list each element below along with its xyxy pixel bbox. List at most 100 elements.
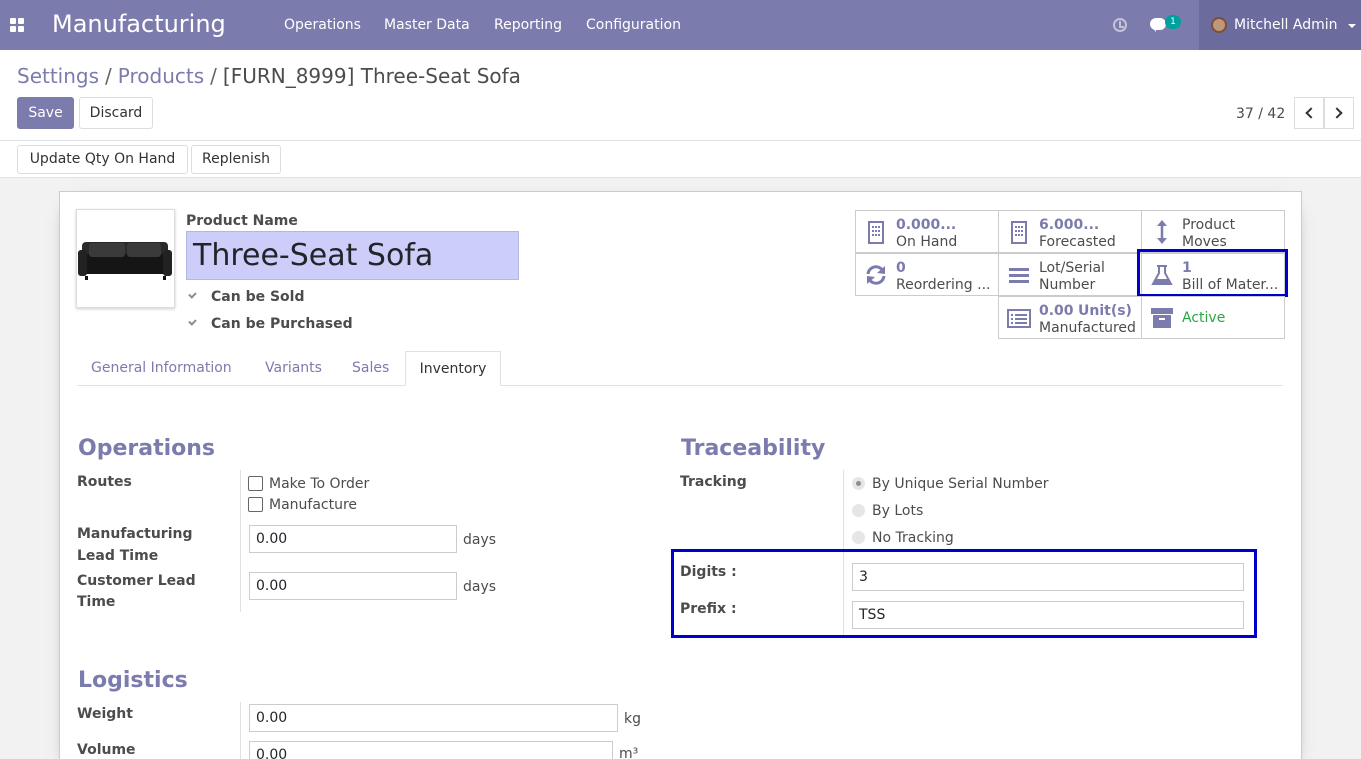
mfg-lead-time-unit: days	[463, 532, 497, 548]
serial-settings-highlight	[671, 549, 1257, 638]
product-name-label: Product Name	[186, 213, 298, 229]
forecasted-button[interactable]: 6.000... Forecasted	[998, 210, 1142, 253]
routes-label: Routes	[77, 474, 132, 490]
can-be-purchased-label: Can be Purchased	[211, 316, 353, 332]
menu-master-data[interactable]: Master Data	[384, 17, 470, 33]
weight-label: Weight	[77, 706, 133, 722]
weight-input[interactable]: 0.00	[249, 704, 618, 732]
product-moves-line1: Product	[1182, 217, 1236, 233]
tracking-serial-radio[interactable]	[852, 477, 865, 490]
discard-button[interactable]: Discard	[79, 97, 153, 129]
can-be-sold-checkbox[interactable]	[187, 291, 198, 302]
chat-count-badge: 1	[1165, 15, 1181, 29]
menu-reporting[interactable]: Reporting	[494, 17, 562, 33]
logistics-section-title: Logistics	[78, 668, 188, 693]
reordering-value: 0	[896, 260, 906, 276]
breadcrumb-products[interactable]: Products	[118, 64, 204, 88]
manufacture-checkbox[interactable]	[248, 497, 263, 512]
reordering-button[interactable]: 0 Reordering ...	[855, 253, 999, 296]
list-bars-icon	[1009, 268, 1029, 283]
breadcrumb-settings[interactable]: Settings	[17, 64, 99, 88]
tracking-serial-label: By Unique Serial Number	[872, 476, 1049, 492]
building-icon	[868, 221, 884, 244]
replenish-button[interactable]: Replenish	[191, 145, 281, 174]
customer-lead-time-unit: days	[463, 579, 497, 595]
manufactured-button[interactable]: 0.00 Unit(s) Manufactured	[998, 296, 1142, 339]
manufactured-label: Manufactured	[1039, 320, 1136, 336]
volume-unit: m³	[619, 746, 639, 759]
up-down-arrow-icon	[1157, 220, 1167, 244]
weight-unit: kg	[624, 711, 641, 727]
make-to-order-label: Make To Order	[269, 476, 370, 492]
pager-previous-button[interactable]	[1294, 97, 1324, 129]
mfg-lead-time-input[interactable]: 0.00	[249, 525, 457, 553]
mfg-lead-time-label-2: Lead Time	[77, 548, 159, 564]
on-hand-button[interactable]: 0.000... On Hand	[855, 210, 999, 253]
customer-lead-time-label-1: Customer Lead	[77, 573, 196, 589]
can-be-sold-label: Can be Sold	[211, 289, 305, 305]
logistics-divider	[240, 702, 241, 759]
lot-serial-line1: Lot/Serial	[1039, 260, 1105, 276]
active-label: Active	[1182, 310, 1226, 326]
building-icon	[1011, 221, 1027, 244]
top-navbar: Manufacturing Operations Master Data Rep…	[0, 0, 1361, 50]
bill-of-materials-highlight	[1137, 249, 1288, 297]
menu-operations[interactable]: Operations	[284, 17, 361, 33]
pager-next-button[interactable]	[1324, 97, 1354, 129]
archive-icon	[1151, 308, 1173, 328]
product-moves-button[interactable]: Product Moves	[1141, 210, 1285, 253]
chevron-right-icon	[1331, 107, 1343, 119]
volume-input[interactable]: 0.00	[249, 741, 613, 759]
on-hand-label: On Hand	[896, 234, 958, 250]
forecasted-value: 6.000...	[1039, 217, 1100, 233]
tracking-label: Tracking	[680, 474, 747, 490]
breadcrumb-current: [FURN_8999] Three-Seat Sofa	[222, 64, 521, 88]
refresh-icon	[866, 265, 886, 285]
on-hand-value: 0.000...	[896, 217, 957, 233]
manufacture-label: Manufacture	[269, 497, 358, 513]
lot-serial-button[interactable]: Lot/Serial Number	[998, 253, 1142, 296]
pager-value[interactable]: 37 / 42	[1236, 106, 1285, 122]
reordering-label: Reordering ...	[896, 277, 991, 293]
apps-menu-icon[interactable]	[10, 18, 25, 32]
update-qty-button[interactable]: Update Qty On Hand	[17, 145, 188, 174]
avatar	[1211, 17, 1227, 33]
user-menu[interactable]: Mitchell Admin	[1199, 0, 1361, 50]
operations-divider	[240, 470, 241, 612]
list-box-icon	[1007, 309, 1031, 328]
can-be-purchased-checkbox[interactable]	[187, 318, 198, 329]
breadcrumb: Settings / Products / [FURN_8999] Three-Seat…	[17, 64, 521, 88]
control-panel: Settings / Products / [FURN_8999] Three-Seat…	[0, 50, 1361, 141]
operations-section-title: Operations	[78, 436, 215, 461]
save-button[interactable]: Save	[17, 97, 74, 129]
tracking-none-radio[interactable]	[852, 531, 865, 544]
product-image[interactable]	[76, 209, 175, 308]
traceability-section-title: Traceability	[681, 436, 826, 461]
tab-variants[interactable]: Variants	[265, 351, 322, 386]
app-title[interactable]: Manufacturing	[52, 10, 226, 38]
tab-general-information[interactable]: General Information	[91, 351, 232, 386]
activity-clock-icon[interactable]	[1113, 18, 1127, 32]
menu-configuration[interactable]: Configuration	[586, 17, 681, 33]
statusbar: Update Qty On Hand Replenish	[0, 141, 1361, 178]
volume-label: Volume	[77, 742, 136, 758]
breadcrumb-separator: /	[210, 64, 217, 88]
make-to-order-checkbox[interactable]	[248, 476, 263, 491]
caret-down-icon	[1348, 24, 1356, 28]
tab-sales[interactable]: Sales	[352, 351, 389, 386]
breadcrumb-separator: /	[105, 64, 112, 88]
chevron-left-icon	[1305, 107, 1317, 119]
active-toggle-button[interactable]: Active	[1141, 296, 1285, 339]
manufactured-unit: Unit(s)	[1078, 303, 1132, 319]
product-name-input[interactable]: Three-Seat Sofa	[186, 231, 519, 280]
tracking-lots-radio[interactable]	[852, 504, 865, 517]
forecasted-label: Forecasted	[1039, 234, 1116, 250]
customer-lead-time-label-2: Time	[77, 594, 116, 610]
customer-lead-time-input[interactable]: 0.00	[249, 572, 457, 600]
tracking-none-label: No Tracking	[872, 530, 954, 546]
user-name: Mitchell Admin	[1234, 17, 1338, 33]
tab-inventory[interactable]: Inventory	[405, 351, 501, 386]
chat-icon[interactable]	[1150, 18, 1166, 32]
lot-serial-line2: Number	[1039, 277, 1096, 293]
tracking-lots-label: By Lots	[872, 503, 924, 519]
